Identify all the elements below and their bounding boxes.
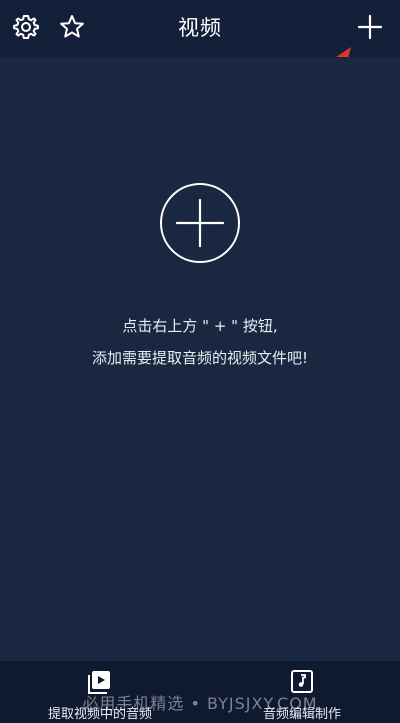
bottom-tab-bar: 提取视频中的音频 音频编辑制作 [0,661,400,723]
empty-message-line1: 点击右上方 " + " 按钮, [122,317,278,335]
top-bar: 视频 [0,0,400,57]
plus-circle-icon[interactable] [159,182,241,264]
tab-label: 提取视频中的音频 [47,707,152,722]
tab-extract-audio[interactable]: 提取视频中的音频 [30,661,170,723]
tab-label: 音频编辑制作 [262,707,341,722]
empty-message-line2: 添加需要提取音频的视频文件吧! [91,349,308,367]
empty-state-area: 点击右上方 " + " 按钮, 添加需要提取音频的视频文件吧! [0,57,400,661]
plus-icon[interactable] [355,12,385,42]
page-title: 视频 [178,16,222,40]
music-note-icon [291,670,313,693]
video-play-icon [88,671,110,694]
tab-audio-edit[interactable]: 音频编辑制作 [232,661,372,723]
